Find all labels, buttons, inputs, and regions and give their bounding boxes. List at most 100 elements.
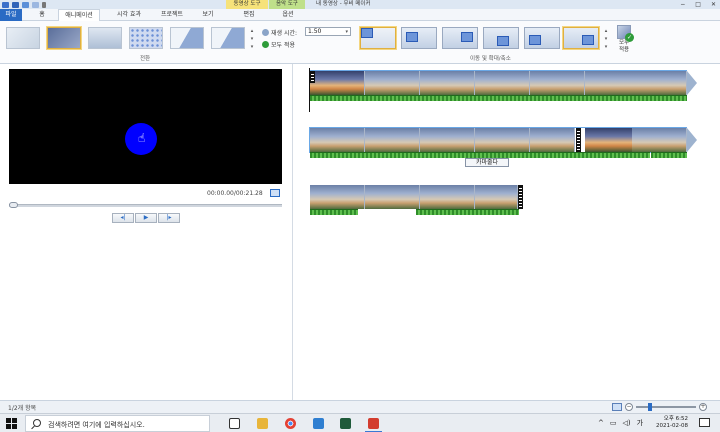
movie-maker-taskbar-icon[interactable] [365,418,382,432]
volume-icon[interactable]: ◁) [623,419,631,427]
network-icon[interactable]: ▭ [610,419,617,427]
apply-all-pan-zoom-button[interactable]: 모두 적용 [614,25,634,54]
playhead[interactable] [309,68,310,112]
fullscreen-icon[interactable] [270,189,280,197]
status-bar: 1/2개 항목 − + [0,400,720,413]
next-frame-button[interactable]: |▸ [158,213,180,223]
chrome-icon[interactable] [285,418,296,429]
apply-all-label: 모두 적용 [271,42,295,49]
taskbar-clock[interactable]: 오후 6:52 2021-02-08 [652,416,688,430]
quick-access-toolbar [2,0,46,9]
qat-dropdown-icon[interactable] [42,1,46,8]
tab-view[interactable]: 보기 [197,9,219,21]
apply-all-transitions-button[interactable]: 모두 적용 [262,40,295,49]
clip-frame [310,71,365,95]
clip-frame [420,71,475,95]
seek-thumb[interactable] [9,202,18,208]
duration-combobox[interactable]: 1.50 ▾ [305,27,351,36]
app-icon [2,1,9,8]
transition-marker [310,71,315,83]
task-view-icon[interactable] [229,418,240,429]
transition-dissolve-thumb[interactable] [129,27,163,49]
seek-bar[interactable] [9,204,282,207]
transition-none-thumb[interactable] [6,27,40,49]
thumbnail-size-icon[interactable] [612,403,622,411]
maximize-button[interactable]: □ [695,1,701,8]
tab-edit[interactable]: 편집 [238,9,260,21]
video-preview[interactable]: ☝ [9,69,282,184]
duration-label-text: 재생 시간: [271,30,298,37]
pan-zoom-thumb-5[interactable] [562,26,600,50]
pan-zoom-group-label: 이동 및 확대/축소 [470,56,511,62]
storyboard-pane [294,64,720,400]
close-button[interactable]: ✕ [711,1,716,8]
apply-all-pan-zoom-icon [617,25,634,42]
transition-diagonal-thumb[interactable] [170,27,204,49]
tab-options[interactable]: 옵션 [277,9,299,21]
zoom-out-button[interactable]: − [625,403,633,411]
apply-all-icon [262,41,269,48]
audio-track-row-3b[interactable] [416,209,519,215]
tab-visual-effects[interactable]: 시각 효과 [110,9,148,21]
pan-zoom-thumb-2[interactable] [442,27,478,49]
system-tray: ^ ▭ ◁) 가 [598,418,643,428]
audio-track-row-2b[interactable] [651,152,687,158]
ime-indicator[interactable]: 가 [637,418,643,428]
taskbar-search-box[interactable]: 검색하려면 여기에 입력하십시오. [25,415,210,432]
transition-crossfade-thumb[interactable] [46,26,82,50]
pan-zoom-thumb-3[interactable] [483,27,519,49]
clip-frame [475,128,530,152]
minimize-button[interactable]: − [680,1,685,8]
title-bar: 동영상 도구 음악 도구 내 동영상 - 무비 메이커 − □ ✕ [0,0,720,9]
windows-start-icon[interactable] [6,418,17,429]
clip-frame [530,71,585,95]
pan-zoom-none-thumb[interactable] [359,26,397,50]
clip-frame [365,185,420,209]
transport-controls: ◂| ▶ |▸ [112,213,180,223]
pan-zoom-gallery-scroll[interactable]: ▴ ▾ ▾ [603,27,609,51]
audio-track-row-3a[interactable] [310,209,358,215]
tab-project[interactable]: 프로젝트 [156,9,188,21]
item-count: 1/2개 항목 [8,405,37,412]
tab-home[interactable]: 홈 [34,9,50,21]
zoom-slider[interactable] [636,403,696,411]
row-continue-arrow [687,128,697,152]
taskbar: 검색하려면 여기에 입력하십시오. ^ ▭ ◁) 가 오후 6:52 2021-… [0,413,720,432]
transition-wipe-thumb[interactable] [211,27,245,49]
window-title: 내 동영상 - 무비 메이커 [316,1,371,7]
outlook-icon[interactable] [313,418,324,429]
clip-frame [632,71,687,95]
duration-label: 재생 시간: [262,28,297,37]
redo-icon[interactable] [32,1,39,8]
zoom-slider-thumb[interactable] [648,403,652,411]
duration-value: 1.50 [308,28,322,35]
transition-box-thumb[interactable] [88,27,122,49]
chevron-up-icon[interactable]: ^ [598,419,604,427]
save-icon[interactable] [12,1,19,8]
clip-frame [420,128,475,152]
previous-frame-button[interactable]: ◂| [112,213,134,223]
clip-frame [365,128,420,152]
tab-file[interactable]: 파일 [0,9,22,21]
clip-frame [632,128,687,152]
terminal-icon[interactable] [340,418,351,429]
clock-date: 2021-02-08 [656,423,688,429]
audio-track-row-1[interactable] [310,95,687,101]
clock-icon [262,29,269,36]
ribbon-tabs: 파일 홈 애니메이션 시각 효과 프로젝트 보기 편집 옵션 [0,9,720,22]
zoom-control: − + [612,403,707,411]
pan-zoom-thumb-1[interactable] [401,27,437,49]
play-button[interactable]: ▶ [135,213,157,223]
undo-icon[interactable] [22,1,29,8]
chevron-down-icon[interactable]: ▾ [345,28,348,36]
zoom-in-button[interactable]: + [699,403,707,411]
clip-frame [310,128,365,152]
preview-pane: ☝ 00:00.00/00:21.28 ◂| ▶ |▸ [0,64,293,400]
file-explorer-icon[interactable] [257,418,268,429]
pan-zoom-thumb-4[interactable] [524,27,560,49]
apply-all-big-label-2: 적용 [618,47,630,53]
transitions-group-label: 전환 [140,56,151,62]
caption-button[interactable]: 카마줄다 [465,158,509,167]
notification-icon[interactable] [699,418,710,427]
transition-gallery-scroll[interactable]: ▴ ▾ ▾ [249,27,255,51]
